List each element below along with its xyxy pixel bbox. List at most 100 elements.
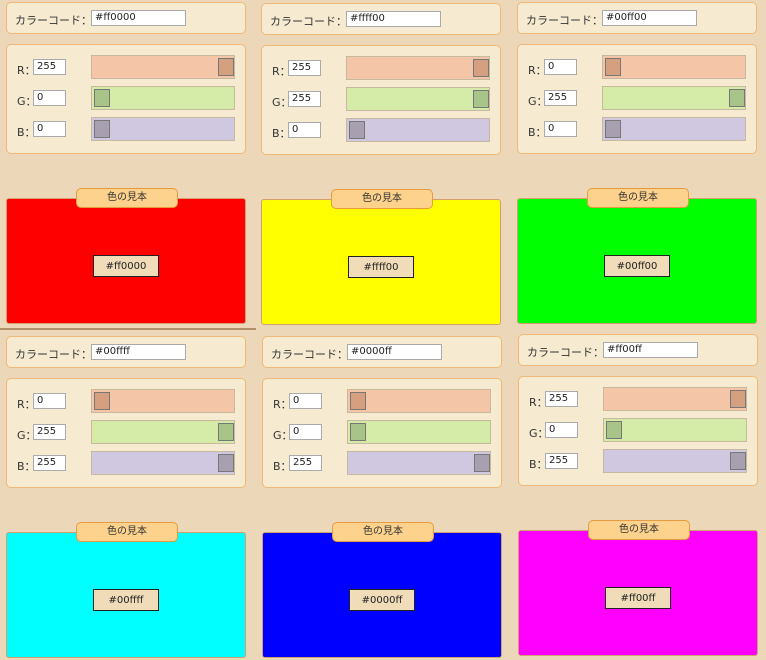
slider-track-r[interactable] xyxy=(346,56,490,80)
slider-thumb-r[interactable] xyxy=(730,390,746,408)
channel-input-b[interactable]: 255 xyxy=(33,455,66,471)
slider-track-b[interactable] xyxy=(91,451,235,475)
slider-thumb-g[interactable] xyxy=(606,421,622,439)
slider-track-r[interactable] xyxy=(91,389,235,413)
channel-input-r[interactable]: 0 xyxy=(289,393,322,409)
hex-code-label: カラーコード： xyxy=(526,14,603,27)
channel-input-b[interactable]: 255 xyxy=(289,455,322,471)
slider-thumb-b[interactable] xyxy=(730,452,746,470)
slider-track-g[interactable] xyxy=(347,420,491,444)
hex-code-input[interactable]: #00ff00 xyxy=(602,10,697,26)
channel-input-r[interactable]: 0 xyxy=(544,59,577,75)
channel-input-g[interactable]: 0 xyxy=(545,422,578,438)
rgb-sliders-box: R： 0 G： 255 B： 255 xyxy=(6,378,246,488)
slider-thumb-r[interactable] xyxy=(350,392,366,410)
slider-row-r: R： 0 xyxy=(7,389,245,415)
hex-code-box: カラーコード： #ffff00 xyxy=(261,3,501,35)
slider-track-b[interactable] xyxy=(91,117,235,141)
channel-input-r[interactable]: 255 xyxy=(545,391,578,407)
divider xyxy=(0,328,256,330)
channel-input-r[interactable]: 255 xyxy=(288,60,321,76)
channel-input-b[interactable]: 0 xyxy=(288,122,321,138)
swatch-hex-code: #00ff00 xyxy=(604,255,670,277)
slider-row-r: R： 0 xyxy=(263,389,501,415)
channel-input-g[interactable]: 255 xyxy=(288,91,321,107)
hex-code-input[interactable]: #0000ff xyxy=(347,344,442,360)
slider-track-g[interactable] xyxy=(346,87,490,111)
hex-code-label: カラーコード： xyxy=(270,15,347,28)
color-sample-page: { "labels": { "hex": "カラーコード：", "r": "R：… xyxy=(0,0,766,660)
slider-track-g[interactable] xyxy=(91,86,235,110)
hex-code-label: カラーコード： xyxy=(527,346,604,359)
rgb-sliders-box: R： 0 G： 0 B： 255 xyxy=(262,378,502,488)
sample-tab-label: 色の見本 xyxy=(588,520,690,540)
slider-row-b: B： 0 xyxy=(7,117,245,143)
slider-thumb-g[interactable] xyxy=(94,89,110,107)
slider-row-r: R： 255 xyxy=(519,387,757,413)
slider-track-r[interactable] xyxy=(347,389,491,413)
hex-code-input[interactable]: #ff0000 xyxy=(91,10,186,26)
slider-row-g: G： 0 xyxy=(263,420,501,446)
channel-input-r[interactable]: 0 xyxy=(33,393,66,409)
slider-row-b: B： 0 xyxy=(262,118,500,144)
color-swatch: #00ffff xyxy=(6,532,246,658)
slider-row-g: G： 0 xyxy=(519,418,757,444)
slider-track-g[interactable] xyxy=(602,86,746,110)
sample-tab-label: 色の見本 xyxy=(76,188,178,208)
slider-track-r[interactable] xyxy=(603,387,747,411)
slider-thumb-g[interactable] xyxy=(473,90,489,108)
slider-row-b: B： 255 xyxy=(519,449,757,475)
slider-row-b: B： 255 xyxy=(263,451,501,477)
slider-track-b[interactable] xyxy=(602,117,746,141)
slider-row-b: B： 255 xyxy=(7,451,245,477)
hex-code-box: カラーコード： #ff00ff xyxy=(518,334,758,366)
slider-track-r[interactable] xyxy=(602,55,746,79)
slider-thumb-b[interactable] xyxy=(474,454,490,472)
slider-row-g: G： 255 xyxy=(518,86,756,112)
hex-code-input[interactable]: #ff00ff xyxy=(603,342,698,358)
slider-thumb-g[interactable] xyxy=(350,423,366,441)
slider-thumb-r[interactable] xyxy=(605,58,621,76)
channel-input-g[interactable]: 0 xyxy=(289,424,322,440)
slider-row-g: G： 255 xyxy=(262,87,500,113)
rgb-sliders-box: R： 255 G： 0 B： 255 xyxy=(518,376,758,486)
channel-input-g[interactable]: 255 xyxy=(33,424,66,440)
slider-thumb-g[interactable] xyxy=(218,423,234,441)
slider-row-r: R： 255 xyxy=(7,55,245,81)
slider-track-r[interactable] xyxy=(91,55,235,79)
slider-track-b[interactable] xyxy=(603,449,747,473)
slider-thumb-r[interactable] xyxy=(218,58,234,76)
slider-track-g[interactable] xyxy=(603,418,747,442)
slider-track-b[interactable] xyxy=(347,451,491,475)
slider-thumb-b[interactable] xyxy=(218,454,234,472)
rgb-sliders-box: R： 0 G： 255 B： 0 xyxy=(517,44,757,154)
swatch-hex-code: #00ffff xyxy=(93,589,159,611)
swatch-hex-code: #0000ff xyxy=(349,589,415,611)
slider-thumb-b[interactable] xyxy=(94,120,110,138)
slider-thumb-r[interactable] xyxy=(473,59,489,77)
channel-input-g[interactable]: 255 xyxy=(544,90,577,106)
slider-thumb-b[interactable] xyxy=(605,120,621,138)
channel-input-b[interactable]: 0 xyxy=(33,121,66,137)
slider-thumb-g[interactable] xyxy=(729,89,745,107)
slider-thumb-b[interactable] xyxy=(349,121,365,139)
rgb-sliders-box: R： 255 G： 0 B： 0 xyxy=(6,44,246,154)
slider-thumb-r[interactable] xyxy=(94,392,110,410)
hex-code-input[interactable]: #00ffff xyxy=(91,344,186,360)
slider-row-r: R： 255 xyxy=(262,56,500,82)
swatch-hex-code: #ffff00 xyxy=(348,256,414,278)
channel-input-g[interactable]: 0 xyxy=(33,90,66,106)
color-swatch: #ff00ff xyxy=(518,530,758,656)
sample-tab-label: 色の見本 xyxy=(76,522,178,542)
rgb-sliders-box: R： 255 G： 255 B： 0 xyxy=(261,45,501,155)
swatch-hex-code: #ff00ff xyxy=(605,587,671,609)
slider-track-g[interactable] xyxy=(91,420,235,444)
hex-code-box: カラーコード： #00ff00 xyxy=(517,2,757,34)
channel-input-b[interactable]: 0 xyxy=(544,121,577,137)
slider-row-g: G： 255 xyxy=(7,420,245,446)
channel-input-r[interactable]: 255 xyxy=(33,59,66,75)
color-swatch: #00ff00 xyxy=(517,198,757,324)
hex-code-input[interactable]: #ffff00 xyxy=(346,11,441,27)
channel-input-b[interactable]: 255 xyxy=(545,453,578,469)
slider-track-b[interactable] xyxy=(346,118,490,142)
